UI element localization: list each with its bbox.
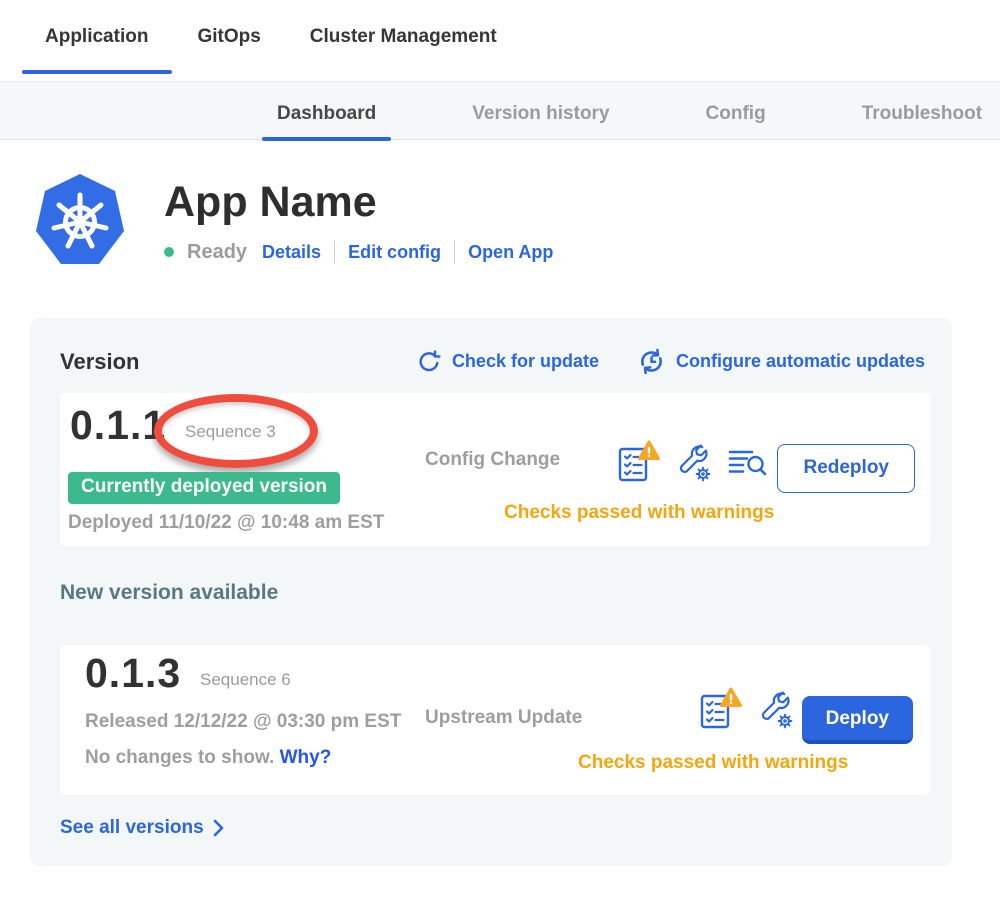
current-version-card: 0.1.1 Sequence 3 Currently deployed vers… — [60, 393, 930, 546]
refresh-icon — [416, 349, 442, 375]
version-card-header: Version Check for update Configu — [30, 318, 952, 376]
available-version-number: 0.1.3 — [85, 650, 181, 697]
tab-version-history[interactable]: Version history — [472, 103, 609, 125]
available-version-actions — [698, 687, 795, 731]
current-version-sequence: Sequence 3 — [185, 422, 276, 442]
wrench-gear-icon[interactable] — [675, 441, 713, 483]
page-title: App Name — [164, 178, 553, 227]
open-app-link[interactable]: Open App — [468, 242, 553, 263]
see-all-versions-label: See all versions — [60, 817, 204, 839]
tab-gitops[interactable]: GitOps — [197, 26, 260, 48]
preflight-checks-status[interactable]: Checks passed with warnings — [504, 502, 774, 524]
why-link[interactable]: Why? — [280, 747, 332, 768]
sub-nav-tabs: Dashboard Version history Config Trouble… — [0, 82, 1000, 125]
current-version-number: 0.1.1 — [70, 402, 166, 449]
diff-search-icon[interactable] — [727, 445, 767, 479]
divider — [454, 240, 455, 264]
deploy-button[interactable]: Deploy — [802, 696, 913, 744]
check-for-update-label: Check for update — [452, 351, 599, 372]
configure-auto-updates-button[interactable]: Configure automatic updates — [637, 347, 925, 376]
tab-cluster-management[interactable]: Cluster Management — [310, 26, 497, 48]
top-nav: Application GitOps Cluster Management — [0, 0, 1000, 81]
version-source-label: Upstream Update — [425, 707, 582, 729]
configure-auto-updates-label: Configure automatic updates — [676, 351, 925, 372]
preflight-checklist-icon[interactable] — [616, 440, 661, 484]
version-card-title: Version — [60, 349, 378, 375]
currently-deployed-badge: Currently deployed version — [68, 472, 340, 504]
tab-troubleshoot[interactable]: Troubleshoot — [862, 103, 982, 125]
tab-config[interactable]: Config — [706, 103, 766, 125]
new-version-heading: New version available — [60, 581, 278, 605]
status-dot — [164, 247, 174, 257]
app-status-row: Ready Details Edit config Open App — [164, 240, 553, 264]
available-version-card: 0.1.3 Sequence 6 Released 12/12/22 @ 03:… — [60, 645, 930, 795]
version-card: Version Check for update Configu — [30, 318, 952, 866]
version-source-label: Config Change — [425, 449, 560, 471]
no-changes-text: No changes to show. Why? — [85, 747, 331, 769]
preflight-checklist-icon[interactable] — [698, 687, 743, 731]
edit-config-link[interactable]: Edit config — [348, 242, 441, 263]
check-for-update-button[interactable]: Check for update — [416, 349, 599, 375]
kubernetes-logo — [30, 170, 130, 274]
preflight-checks-status[interactable]: Checks passed with warnings — [578, 752, 848, 774]
app-header: App Name Ready Details Edit config Open … — [30, 170, 553, 274]
scheduled-refresh-icon — [637, 347, 666, 376]
status-badge: Ready — [187, 241, 247, 264]
see-all-versions-link[interactable]: See all versions — [60, 817, 224, 839]
current-version-actions — [616, 440, 767, 484]
sub-nav: Dashboard Version history Config Trouble… — [0, 81, 1000, 140]
deployed-timestamp: Deployed 11/10/22 @ 10:48 am EST — [68, 512, 384, 534]
chevron-right-icon — [213, 819, 224, 837]
wrench-gear-icon[interactable] — [757, 688, 795, 730]
tab-application[interactable]: Application — [45, 26, 148, 48]
available-version-sequence: Sequence 6 — [200, 670, 291, 690]
top-nav-tabs: Application GitOps Cluster Management — [0, 0, 1000, 48]
app-title-block: App Name Ready Details Edit config Open … — [164, 170, 553, 264]
details-link[interactable]: Details — [262, 242, 321, 263]
tab-dashboard[interactable]: Dashboard — [277, 103, 376, 125]
released-timestamp: Released 12/12/22 @ 03:30 pm EST — [85, 711, 401, 733]
redeploy-button[interactable]: Redeploy — [777, 444, 915, 493]
divider — [334, 240, 335, 264]
no-changes-label: No changes to show. — [85, 747, 274, 768]
